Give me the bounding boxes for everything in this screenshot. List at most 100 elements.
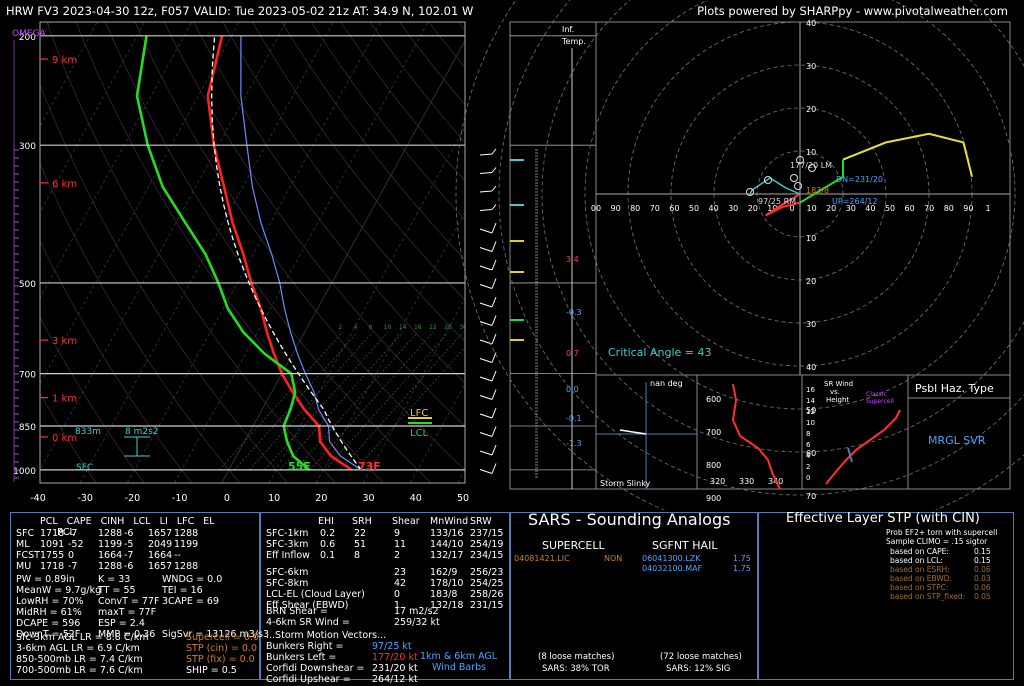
params-cell: 1664 <box>98 550 123 561</box>
kin-cell: 0.6 <box>320 539 336 550</box>
kin-cell: 132/17 <box>430 550 464 561</box>
composite-index: SHIP = 0.5 <box>186 665 237 676</box>
params-cell: ML <box>16 539 30 550</box>
sars-hail-id: 04032100.MAF <box>642 564 703 573</box>
params-cell: 1091 <box>40 539 65 550</box>
kin-header: Shear <box>392 516 420 527</box>
params-cell: 1199 <box>98 539 123 550</box>
kin-cell: 0.2 <box>320 528 336 539</box>
lapse-rate: 850-500mb LR = 7.4 C/km <box>16 654 143 665</box>
kin-cell: 258/26 <box>470 589 504 600</box>
params-col2-b: K = 33 <box>98 574 131 585</box>
kin-cell: 0.1 <box>320 550 336 561</box>
lower-text-layer: PCL CAPE CINH LCL LI LFC EL SFC 1718 -7 1288… <box>0 0 1024 686</box>
params-cell: 1288 <box>98 528 123 539</box>
sars-supercell-title: SUPERCELL <box>542 539 605 552</box>
kin-header: SRH <box>352 516 372 527</box>
sr46-label: 4-6km SR Wind = <box>266 617 350 628</box>
barbs-label-1: 1km & 6km AGL <box>420 651 498 662</box>
params-col2-c: WNDG = 0.0 <box>162 574 223 585</box>
params-col2-b: ESP = 2.4 <box>98 618 145 629</box>
kin-cell: 22 <box>354 528 367 539</box>
params-cell: -7 <box>68 528 78 539</box>
params-col2-b: ConvT = 77F <box>98 596 160 607</box>
sars-sc-id: 04081421.LIC <box>514 554 570 563</box>
kin-cell: 23 <box>394 567 407 578</box>
params-header-row: PCL CAPE CINH LCL LI LFC EL <box>40 516 215 527</box>
sr46-value: 259/32 kt <box>394 617 440 628</box>
kin-cell: 9 <box>394 528 401 539</box>
brn-label: BRN Shear = <box>266 606 328 617</box>
kin-cell: 183/8 <box>430 589 458 600</box>
params-cell: -6 <box>124 528 134 539</box>
lapse-rate: Sfc-3km AGL LR = 8.8 C/km <box>16 632 149 643</box>
kin-row-label: SFC-6km <box>266 567 309 578</box>
sars-hail-title: SGFNT HAIL <box>652 539 718 552</box>
kin-cell: 133/16 <box>430 528 464 539</box>
motion-value: 177/20 kt <box>372 652 418 663</box>
kin-row-label: SFC-8km <box>266 578 309 589</box>
motion-value: 97/25 kt <box>372 641 412 652</box>
kin-cell: 51 <box>354 539 367 550</box>
kin-row-label: Eff Inflow <box>266 550 310 561</box>
params-cell: FCST <box>16 550 40 561</box>
motion-value: 264/12 kt <box>372 674 418 685</box>
params-col2-a: MeanW = 9.7g/kg <box>16 585 102 596</box>
kin-cell: 2 <box>394 550 401 561</box>
lapse-rate: 700-500mb LR = 7.6 C/km <box>16 665 143 676</box>
params-cell: 1288 <box>174 528 199 539</box>
params-col2-c: 3CAPE = 69 <box>162 596 219 607</box>
kin-cell: 237/15 <box>470 528 504 539</box>
params-cell: -6 <box>124 561 134 572</box>
params-cell: 2049 <box>148 539 173 550</box>
kin-cell: 256/23 <box>470 567 504 578</box>
sars-hail-val: 1.75 <box>733 564 751 573</box>
kin-cell: 42 <box>394 578 407 589</box>
params-cell: 0 <box>68 550 75 561</box>
kin-cell: 178/10 <box>430 578 464 589</box>
params-col2-b: maxT = 77F <box>98 607 157 618</box>
params-cell: 1288 <box>174 561 199 572</box>
sars-sc-type: NON <box>604 554 623 563</box>
lapse-rate: 3-6km AGL LR = 6.9 C/km <box>16 643 140 654</box>
params-col2-a: PW = 0.89in <box>16 574 75 585</box>
params-cell: -5 <box>124 539 134 550</box>
kin-cell: 8 <box>354 550 361 561</box>
motion-value: 231/20 kt <box>372 663 418 674</box>
params-cell: 1199 <box>174 539 199 550</box>
stp-legend-val: 0.05 <box>974 592 991 601</box>
storm-motion-title: ...Storm Motion Vectors... <box>266 630 387 641</box>
motion-label: Bunkers Left = <box>266 652 337 663</box>
params-cell: -- <box>174 550 181 561</box>
kin-row-label: SFC-1km <box>266 528 309 539</box>
kin-cell: 254/25 <box>470 578 504 589</box>
params-cell: SFC <box>16 528 35 539</box>
motion-label: Bunkers Right = <box>266 641 344 652</box>
params-col2-b: TT = 55 <box>98 585 136 596</box>
kin-cell: 162/9 <box>430 567 458 578</box>
stp-title: Effective Layer STP (with CIN) <box>786 511 980 526</box>
kin-header: MnWind <box>430 516 469 527</box>
params-cell: -52 <box>68 539 84 550</box>
params-cell: 1755 <box>40 550 65 561</box>
kin-cell: 234/15 <box>470 550 504 561</box>
kin-cell: 0 <box>394 589 401 600</box>
kin-header: SRW <box>470 516 492 527</box>
params-col2-a: LowRH = 70% <box>16 596 84 607</box>
params-col2-a: DCAPE = 596 <box>16 618 81 629</box>
kin-cell: 11 <box>394 539 407 550</box>
params-cell: 1657 <box>148 528 173 539</box>
kin-cell: 254/19 <box>470 539 504 550</box>
params-col2-c: TEI = 16 <box>162 585 203 596</box>
params-cell: -7 <box>124 550 134 561</box>
sharppy-window: HRW FV3 2023-04-30 12z, F057 VALID: Tue … <box>0 0 1024 686</box>
params-cell: MU <box>16 561 32 572</box>
brn-value: 17 m2/s2 <box>394 606 439 617</box>
kin-header: EHI <box>318 516 334 527</box>
params-cell: 1657 <box>148 561 173 572</box>
params-cell: 1718 <box>40 561 65 572</box>
params-cell: 1288 <box>98 561 123 572</box>
sars-sc-pct: SARS: 38% TOR <box>542 664 610 674</box>
barbs-label-2: Wind Barbs <box>432 662 487 673</box>
composite-index: Supercell = 0.0 <box>186 632 260 643</box>
